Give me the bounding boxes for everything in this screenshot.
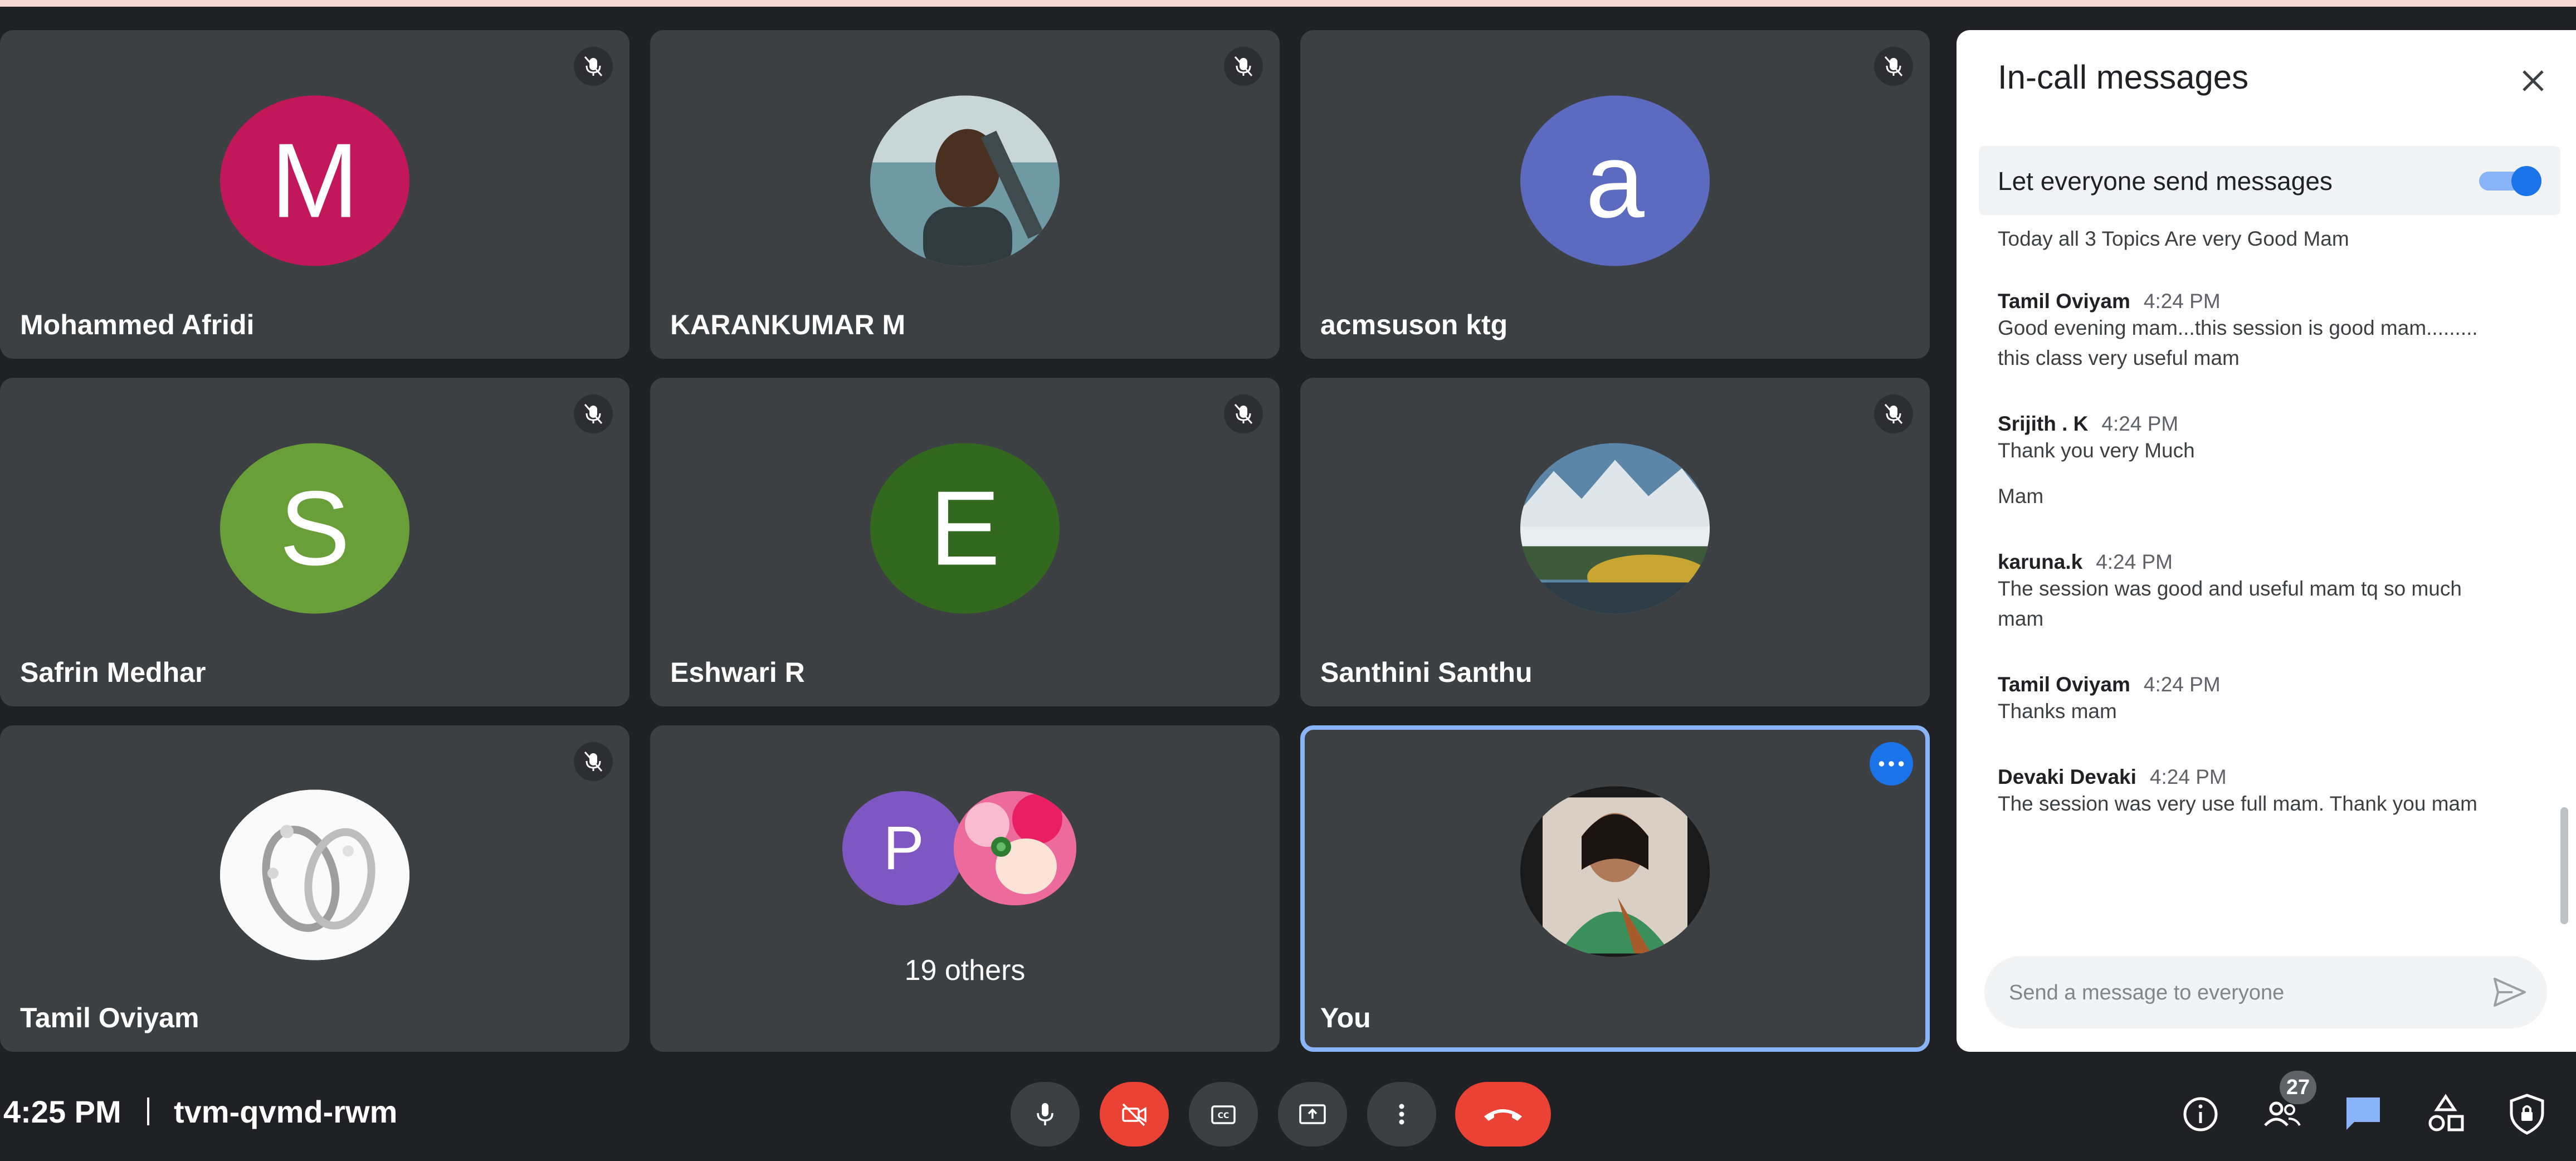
captions-icon: CC (1211, 1105, 1236, 1124)
participant-name: Santhini Santhu (1320, 657, 1533, 688)
message-sender: Devaki Devaki (1998, 765, 2136, 788)
microphone-button[interactable] (1011, 1082, 1080, 1147)
avatar: M (220, 95, 409, 266)
chat-message: karuna.k 4:24 PM The session was good and… (1998, 550, 2549, 634)
camera-off-icon (1122, 1103, 1146, 1126)
chat-message: Srijith . K 4:24 PM Thank you very Much M… (1998, 412, 2549, 511)
present-screen-icon (1299, 1104, 1326, 1124)
leave-call-button[interactable] (1455, 1082, 1551, 1147)
activities-icon[interactable] (2423, 1092, 2468, 1136)
mic-off-icon (574, 394, 613, 433)
others-avatar-group: P (842, 791, 1087, 908)
others-count-label: 19 others (904, 954, 1026, 987)
message-text: The session was good and useful mam tq s… (1998, 577, 2462, 600)
message-list-scrollbar[interactable] (2560, 807, 2568, 924)
captions-button[interactable]: CC (1189, 1082, 1258, 1147)
message-time: 4:24 PM (2096, 550, 2173, 573)
avatar-photo (220, 789, 409, 960)
divider (147, 1097, 149, 1125)
message-time: 4:24 PM (2149, 765, 2227, 788)
avatar: S (220, 443, 409, 614)
more-horizontal-icon[interactable] (1870, 742, 1913, 786)
let-everyone-send-toggle[interactable] (2479, 166, 2541, 196)
participant-name: Tamil Oviyam (20, 1002, 199, 1033)
mic-off-icon (1874, 394, 1913, 433)
message-sender: Tamil Oviyam (1998, 290, 2130, 313)
close-icon[interactable] (2514, 61, 2553, 100)
message-text: The session was very use full mam. Thank… (1998, 792, 2477, 815)
mic-off-icon (574, 742, 613, 781)
participant-name: You (1320, 1002, 1371, 1033)
message-sender: Tamil Oviyam (1998, 673, 2130, 696)
message-list: Today all 3 Topics Are very Good Mam Tam… (1998, 215, 2549, 956)
svg-text:CC: CC (1218, 1111, 1230, 1120)
meeting-code: tvm-qvmd-rwm (174, 1094, 398, 1129)
participant-name: Eshwari R (670, 657, 805, 688)
avatar-photo (1520, 786, 1710, 957)
mic-off-icon (1224, 47, 1263, 86)
participant-tile-tamil-oviyam[interactable]: Tamil Oviyam (0, 725, 630, 1052)
avatar-initial: P (883, 814, 924, 882)
message-input[interactable] (2008, 956, 2478, 1030)
avatar-photo (1520, 443, 1710, 614)
chat-icon[interactable] (2341, 1092, 2385, 1136)
mic-off-icon (1874, 47, 1913, 86)
avatar-initial: a (1585, 121, 1645, 240)
camera-button[interactable] (1100, 1082, 1169, 1147)
message-text: Thanks mam (1998, 700, 2117, 723)
participant-tile-acmsuson-ktg[interactable]: a acmsuson ktg (1300, 30, 1930, 359)
mic-off-icon (574, 47, 613, 86)
avatar-initial: S (279, 469, 350, 588)
avatar: P (842, 791, 965, 905)
participant-name: Safrin Medhar (20, 657, 206, 688)
toggle-label: Let everyone send messages (1998, 167, 2333, 196)
avatar-initial: E (929, 469, 1001, 588)
people-count-badge: 27 (2280, 1071, 2316, 1104)
mic-icon (1037, 1103, 1053, 1125)
participant-name: KARANKUMAR M (670, 309, 906, 340)
message-time: 4:24 PM (2143, 673, 2221, 696)
participant-tile-karankumar-m[interactable]: KARANKUMAR M (650, 30, 1280, 359)
avatar-photo (954, 791, 1076, 905)
message-permission-row: Let everyone send messages (1979, 146, 2560, 215)
chat-message: Tamil Oviyam 4:24 PM Good evening mam...t… (1998, 290, 2549, 373)
chat-message: Tamil Oviyam 4:24 PM Thanks mam (1998, 673, 2549, 726)
message-text: this class very useful mam (1998, 347, 2240, 369)
message-time: 4:24 PM (2101, 412, 2179, 435)
participant-tile-mohammed-afridi[interactable]: M Mohammed Afridi (0, 30, 630, 359)
chat-message: Devaki Devaki 4:24 PM The session was ver… (1998, 765, 2549, 819)
message-text: Good evening mam...this session is good … (1998, 316, 2478, 339)
more-options-button[interactable] (1367, 1082, 1436, 1147)
avatar: E (870, 443, 1060, 614)
avatar: a (1520, 95, 1710, 266)
participant-name: Mohammed Afridi (20, 309, 255, 340)
message-text: Today all 3 Topics Are very Good Mam (1998, 227, 2349, 250)
message-time: 4:24 PM (2143, 290, 2221, 313)
message-text: Thank you very Much (1998, 439, 2195, 462)
participant-name: acmsuson ktg (1320, 309, 1508, 340)
participant-tile-safrin-medhar[interactable]: S Safrin Medhar (0, 378, 630, 706)
message-text: Mam (1998, 485, 2044, 508)
hang-up-icon (1484, 1109, 1522, 1121)
participant-tile-others[interactable]: P 19 others (650, 725, 1280, 1052)
send-icon[interactable] (2492, 975, 2527, 1009)
more-vertical-icon (1399, 1104, 1404, 1125)
participant-tile-eshwari-r[interactable]: E Eshwari R (650, 378, 1280, 706)
mic-off-icon (1224, 394, 1263, 433)
participant-tile-you[interactable]: You (1300, 725, 1930, 1052)
browser-top-strip (0, 0, 2576, 7)
message-sender: Srijith . K (1998, 412, 2089, 435)
message-text: mam (1998, 607, 2044, 630)
chat-panel: In-call messages Let everyone send messa… (1957, 30, 2576, 1052)
participant-tile-santhini-santhu[interactable]: Santhini Santhu (1300, 378, 1930, 706)
info-icon[interactable] (2178, 1092, 2223, 1136)
message-compose-box (1984, 956, 2547, 1030)
present-button[interactable] (1278, 1082, 1347, 1147)
avatar-initial: M (270, 121, 359, 240)
chat-panel-title: In-call messages (1998, 58, 2249, 96)
host-controls-icon[interactable] (2505, 1092, 2549, 1136)
avatar-photo (870, 95, 1060, 266)
meeting-time: 4:25 PM (3, 1094, 121, 1129)
message-sender: karuna.k (1998, 550, 2083, 573)
